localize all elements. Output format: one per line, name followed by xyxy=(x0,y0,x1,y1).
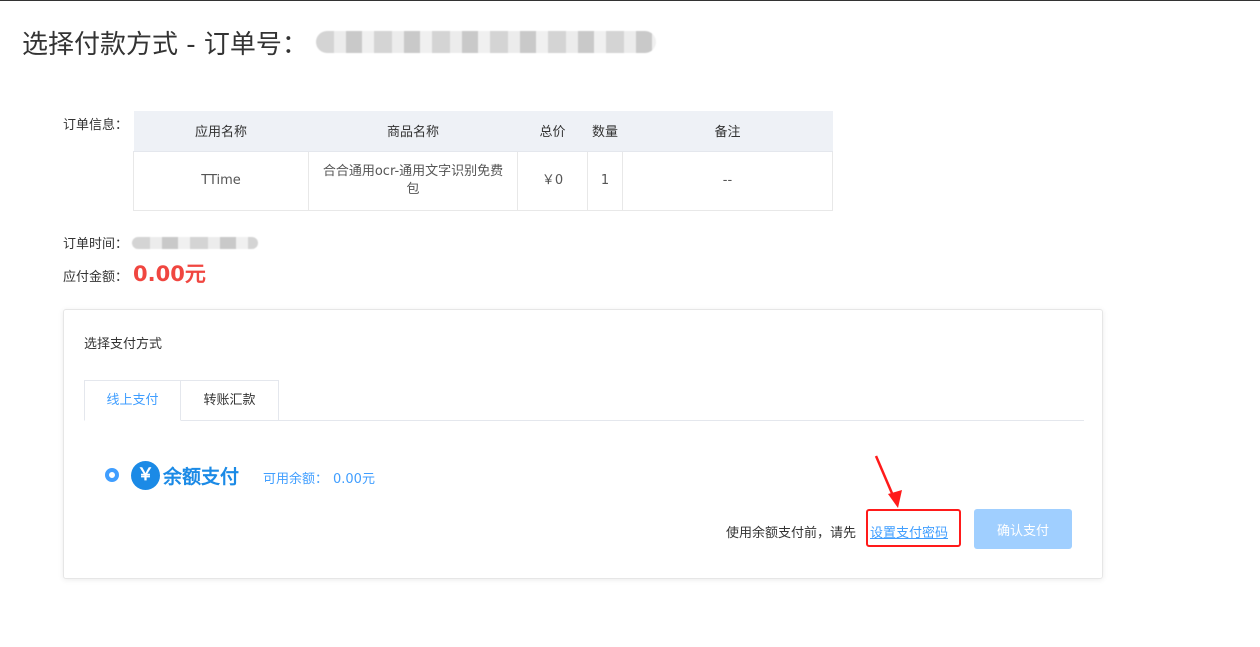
balance-pay-radio[interactable] xyxy=(105,468,119,482)
order-time: 订单时间： xyxy=(63,233,259,252)
cell-app-name: TTime xyxy=(133,151,309,211)
cell-remark: -- xyxy=(622,151,833,211)
amount-label: 应付金额： xyxy=(63,270,129,285)
page-title-text: 选择付款方式 - 订单号： xyxy=(22,29,308,60)
col-app-name: 应用名称 xyxy=(133,111,309,152)
cell-product-name: 合合通用ocr-通用文字识别免费包 xyxy=(308,151,518,211)
order-table: 应用名称 商品名称 总价 数量 备注 TTime 合合通用ocr-通用文字识别免… xyxy=(133,111,833,211)
col-remark: 备注 xyxy=(622,111,833,152)
amount-value: 0.00元 xyxy=(133,262,206,286)
confirm-payment-button[interactable]: 确认支付 xyxy=(974,509,1072,549)
order-info-label: 订单信息： xyxy=(63,118,129,133)
available-balance-label: 可用余额： xyxy=(263,472,329,487)
page-title: 选择付款方式 - 订单号： xyxy=(22,24,656,60)
payment-card: 选择支付方式 线上支付 转账汇款 ￥ 余额支付 可用余额： 0.00元 使用余额… xyxy=(63,309,1103,579)
top-border xyxy=(0,0,1260,1)
order-time-label: 订单时间： xyxy=(63,237,129,252)
set-payment-password-link[interactable]: 设置支付密码 xyxy=(870,522,948,541)
col-product-name: 商品名称 xyxy=(308,111,518,152)
payment-title: 选择支付方式 xyxy=(84,337,163,352)
available-balance-value: 0.00元 xyxy=(333,472,375,487)
order-table-header: 应用名称 商品名称 总价 数量 备注 xyxy=(133,111,833,152)
col-total-price: 总价 xyxy=(517,111,588,152)
annotation-arrow-icon xyxy=(874,455,902,508)
payment-tabs: 线上支付 转账汇款 xyxy=(84,380,1084,421)
yen-icon: ￥ xyxy=(131,461,160,490)
col-quantity: 数量 xyxy=(587,111,623,152)
table-row: TTime 合合通用ocr-通用文字识别免费包 ￥0 1 -- xyxy=(133,151,833,211)
tab-bank-transfer[interactable]: 转账汇款 xyxy=(181,380,279,421)
password-hint: 使用余额支付前，请先 xyxy=(726,526,857,541)
order-number-redacted xyxy=(315,31,656,53)
cell-total-price: ￥0 xyxy=(517,151,588,211)
balance-pay-label[interactable]: 余额支付 xyxy=(163,462,239,489)
order-time-redacted xyxy=(132,236,259,249)
cell-quantity: 1 xyxy=(587,151,623,211)
tab-online-payment[interactable]: 线上支付 xyxy=(84,380,181,421)
